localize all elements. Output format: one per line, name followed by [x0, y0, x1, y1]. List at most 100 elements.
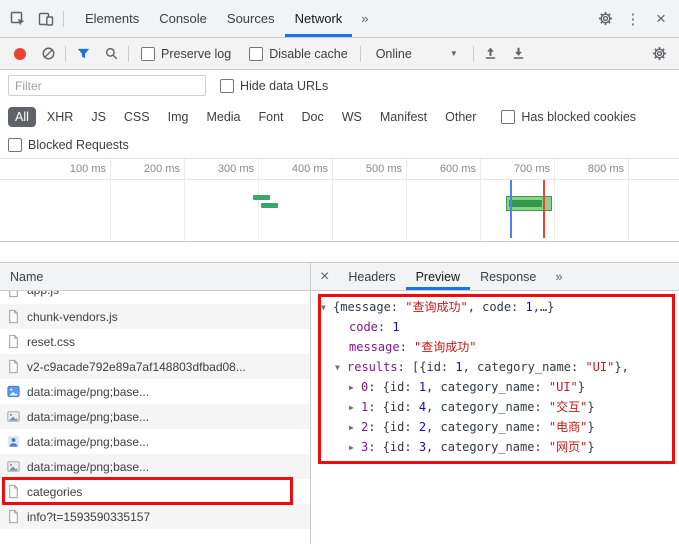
network-toolbar: Preserve log Disable cache Online ▼ [0, 38, 679, 70]
expand-triangle-icon[interactable]: ▶ [349, 438, 361, 458]
type-pill-manifest[interactable]: Manifest [373, 107, 434, 127]
hide-data-urls-label: Hide data URLs [240, 78, 329, 93]
close-detail-icon[interactable]: × [311, 268, 338, 286]
preview-line: ▼ results: [{id: 1, category_name: "UI"}, [311, 357, 679, 377]
checkbox-box [141, 46, 155, 61]
request-row[interactable]: data:image/png;base... [0, 379, 310, 404]
search-icon[interactable] [97, 41, 125, 67]
tab-sources[interactable]: Sources [217, 0, 285, 37]
hide-data-urls-checkbox[interactable]: Hide data URLs [220, 78, 329, 93]
json-token: : {id: [368, 400, 419, 414]
request-name: data:image/png;base... [27, 459, 150, 474]
kebab-menu-icon[interactable]: ⋮ [619, 6, 647, 32]
expand-triangle-icon[interactable]: ▶ [349, 378, 361, 398]
gridline [554, 159, 555, 241]
json-token: "网页" [548, 440, 588, 454]
request-row[interactable]: v2-c9acade792e89a7af148803dfbad08... [0, 354, 310, 379]
request-list-panel: Name app.js chunk-vendors.js reset.css v2-c… [0, 263, 311, 544]
detail-tabs-row: × Headers Preview Response » [311, 263, 679, 291]
json-token: , category_name: [426, 380, 549, 394]
type-pill-other[interactable]: Other [438, 107, 483, 127]
json-token: 1 [525, 300, 533, 314]
preview-line: ▶ 3: {id: 3, category_name: "网页"} [311, 437, 679, 457]
divider [128, 45, 129, 62]
request-row[interactable]: info?t=1593590335157 [0, 504, 310, 529]
more-panels-icon[interactable]: » [352, 11, 377, 26]
clear-icon[interactable] [34, 41, 62, 67]
type-pill-js[interactable]: JS [84, 107, 113, 127]
expand-triangle-icon[interactable]: ▶ [349, 418, 361, 438]
blocked-requests-checkbox[interactable]: Blocked Requests [8, 138, 129, 152]
avatar-icon [6, 434, 21, 449]
request-name: app.js [27, 291, 59, 297]
gridline [332, 159, 333, 241]
request-row[interactable]: chunk-vendors.js [0, 304, 310, 329]
network-overview-timeline[interactable]: 100 ms 200 ms 300 ms 400 ms 500 ms 600 ms 700 … [0, 158, 679, 242]
doc-icon [6, 359, 21, 374]
type-pill-xhr[interactable]: XHR [40, 107, 80, 127]
doc-icon [6, 334, 21, 349]
image-icon [6, 459, 21, 474]
json-token: : [377, 320, 393, 334]
divider [65, 45, 66, 62]
request-row[interactable]: data:image/png;base... [0, 404, 310, 429]
type-pill-ws[interactable]: WS [335, 107, 369, 127]
export-har-icon[interactable] [505, 41, 533, 67]
time-tick-label: 800 ms [587, 163, 624, 175]
settings-gear-icon[interactable] [591, 6, 619, 32]
collapse-triangle-icon[interactable]: ▼ [335, 358, 347, 378]
time-tick-label: 700 ms [513, 163, 550, 175]
disable-cache-checkbox[interactable]: Disable cache [249, 46, 348, 61]
request-row[interactable]: data:image/png;base... [0, 454, 310, 479]
network-settings-gear-icon[interactable] [645, 41, 673, 67]
preserve-log-checkbox[interactable]: Preserve log [141, 46, 231, 61]
close-devtools-icon[interactable]: × [647, 6, 675, 32]
type-pill-doc[interactable]: Doc [295, 107, 331, 127]
tab-network[interactable]: Network [284, 0, 353, 37]
request-row[interactable]: app.js [0, 291, 310, 304]
gridline [110, 159, 111, 241]
tab-console[interactable]: Console [149, 0, 217, 37]
type-pill-font[interactable]: Font [252, 107, 291, 127]
request-row[interactable]: reset.css [0, 329, 310, 354]
type-pill-media[interactable]: Media [199, 107, 247, 127]
filter-input[interactable] [8, 75, 206, 96]
collapse-triangle-icon[interactable]: ▼ [321, 298, 333, 318]
json-token: 1 [392, 320, 400, 334]
name-column-header[interactable]: Name [0, 263, 310, 291]
tick-underline [0, 179, 679, 180]
json-token: , code: [467, 300, 526, 314]
throttling-select[interactable]: Online ▼ [376, 47, 458, 61]
json-token: 1 [455, 360, 463, 374]
detail-tab-response[interactable]: Response [470, 263, 546, 290]
checkbox-box [249, 46, 264, 61]
device-toolbar-icon[interactable] [32, 6, 60, 32]
tab-elements[interactable]: Elements [75, 0, 149, 37]
gridline [258, 159, 259, 241]
inspect-element-icon[interactable] [4, 6, 32, 32]
type-pill-all[interactable]: All [8, 106, 36, 127]
type-pill-css[interactable]: CSS [117, 107, 157, 127]
gridline [628, 159, 629, 241]
preview-line: ▶ 0: {id: 1, category_name: "UI"} [311, 377, 679, 397]
has-blocked-cookies-checkbox[interactable]: Has blocked cookies [501, 109, 636, 124]
request-row-categories[interactable]: categories [0, 479, 310, 504]
image-icon [6, 409, 21, 424]
expand-triangle-icon[interactable]: ▶ [349, 398, 361, 418]
detail-tab-headers[interactable]: Headers [338, 263, 405, 290]
doc-icon [6, 509, 21, 524]
import-har-icon[interactable] [477, 41, 505, 67]
more-detail-tabs-icon[interactable]: » [546, 269, 571, 284]
detail-tab-preview[interactable]: Preview [405, 263, 471, 290]
doc-icon [6, 484, 21, 499]
filter-funnel-icon[interactable] [69, 41, 97, 67]
json-token: code [349, 320, 378, 334]
json-token: } [587, 400, 595, 414]
request-row[interactable]: data:image/png;base... [0, 429, 310, 454]
time-tick-label: 300 ms [217, 163, 254, 175]
type-pill-img[interactable]: Img [161, 107, 196, 127]
divider [63, 10, 64, 27]
record-button[interactable] [6, 41, 34, 67]
divider [472, 45, 474, 62]
json-token: 2 [418, 420, 427, 434]
